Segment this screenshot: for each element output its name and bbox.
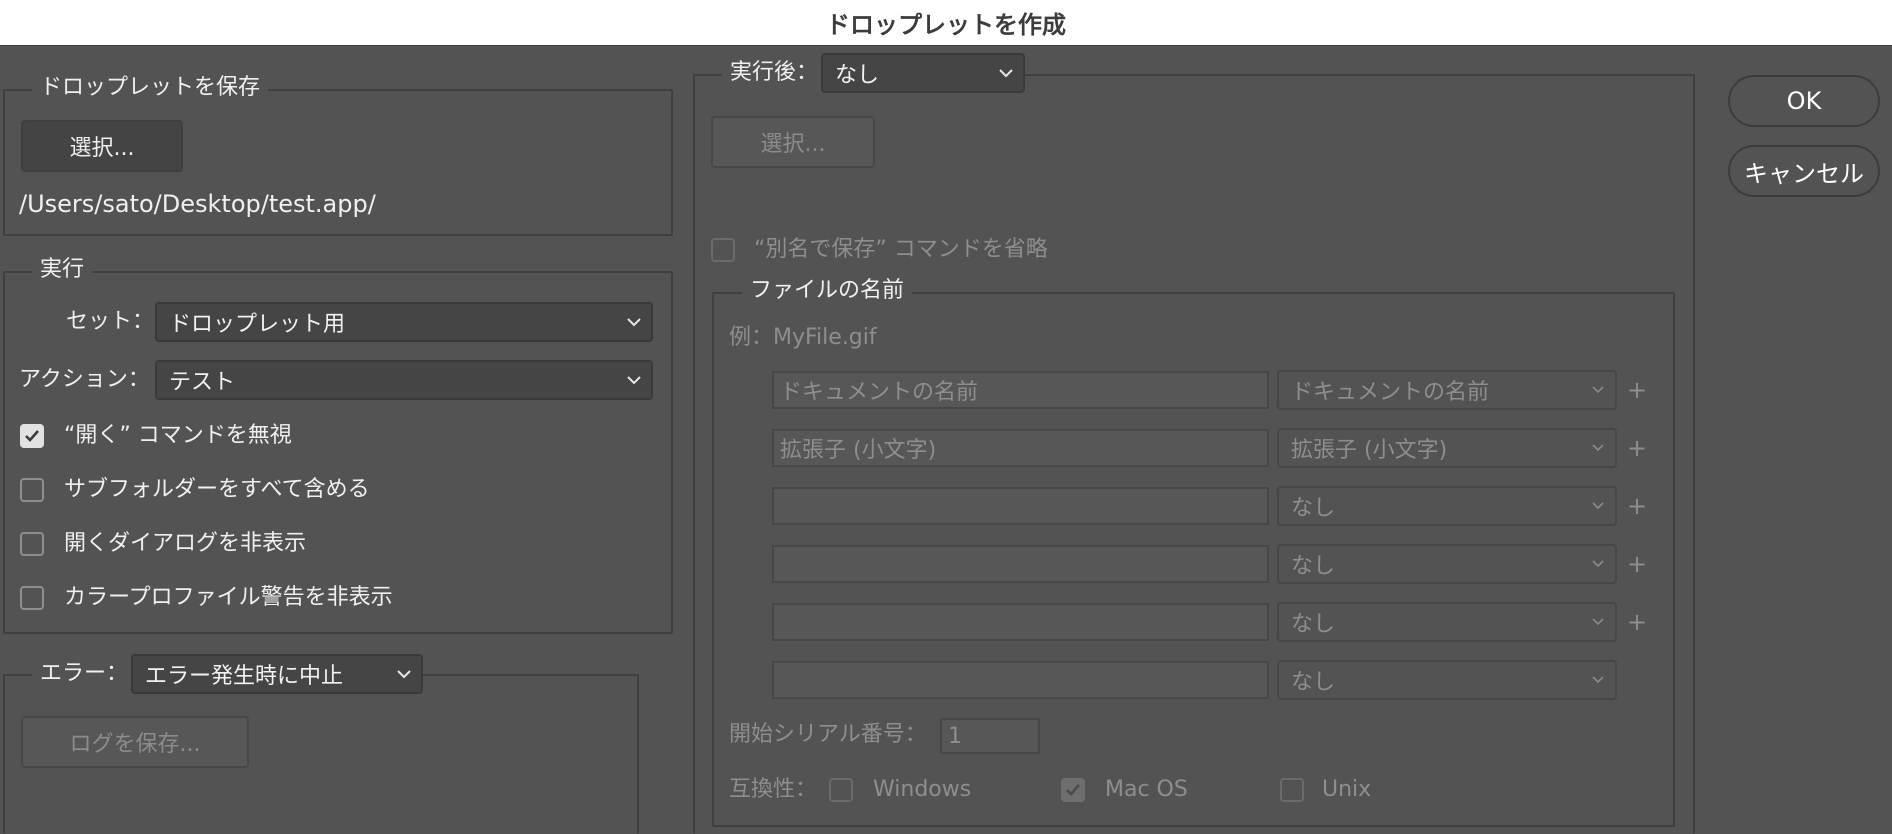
errors-select[interactable]: エラー発生時に中止 [131,654,423,694]
chevron-down-icon [1581,444,1615,452]
destination-label: 実行後： [722,59,827,87]
naming-select-5-value: なし [1291,612,1336,637]
naming-select-4[interactable]: なし [1277,544,1617,584]
add-naming-row-icon[interactable]: + [1625,550,1649,578]
naming-select-4-value: なし [1291,554,1336,579]
add-naming-row-icon[interactable]: + [1625,608,1649,636]
suppress-color-warnings-checkbox[interactable] [20,586,44,610]
compat-macos-checkbox[interactable] [1061,778,1085,802]
override-save-as-label: “別名で保存” コマンドを省略 [754,237,1048,262]
save-log-button[interactable]: ログを保存... [21,716,249,768]
title-bar: ドロップレットを作成 [0,0,1892,46]
naming-select-1[interactable]: ドキュメントの名前 [1277,370,1617,410]
chevron-down-icon [387,669,421,679]
chevron-down-icon [617,375,651,385]
chevron-down-icon [1581,618,1615,626]
action-select-value: テスト [169,370,236,395]
starting-serial-label: 開始シリアル番号： [729,722,927,747]
ignore-open-label: “開く” コマンドを無視 [64,423,292,448]
chevron-down-icon [617,317,651,327]
include-subfolders-label: サブフォルダーをすべて含める [64,477,370,502]
chevron-down-icon [1581,386,1615,394]
play-legend: 実行 [32,256,93,284]
suppress-color-warnings-label: カラープロファイル警告を非表示 [64,585,393,610]
add-naming-row-icon[interactable]: + [1625,376,1649,404]
naming-select-6[interactable]: なし [1277,660,1617,700]
action-select[interactable]: テスト [155,360,653,400]
compat-unix-label: Unix [1322,777,1372,802]
chevron-down-icon [1581,560,1615,568]
compat-macos-label: Mac OS [1105,777,1188,802]
override-save-as-checkbox[interactable] [711,238,735,262]
file-naming-example: 例：MyFile.gif [729,325,877,350]
chevron-down-icon [1581,502,1615,510]
naming-select-6-value: なし [1291,670,1336,695]
errors-select-value: エラー発生時に中止 [145,664,344,689]
destination-choose-button[interactable]: 選択... [711,116,875,168]
set-label: セット： [66,309,155,334]
droplet-path: /Users/sato/Desktop/test.app/ [19,190,376,218]
compat-windows-checkbox[interactable] [829,778,853,802]
add-naming-row-icon[interactable]: + [1625,434,1649,462]
ignore-open-checkbox[interactable] [20,424,44,448]
naming-field-3[interactable] [772,487,1269,525]
compat-windows-label: Windows [873,777,972,802]
destination-select[interactable]: なし [821,53,1025,93]
save-droplet-legend: ドロップレットを保存 [32,74,269,102]
errors-label: エラー： [32,660,137,688]
cancel-button[interactable]: キャンセル [1728,145,1880,197]
save-droplet-choose-button[interactable]: 選択... [21,120,183,172]
naming-select-2-value: 拡張子 (小文字) [1291,438,1448,463]
naming-select-5[interactable]: なし [1277,602,1617,642]
set-select-value: ドロップレット用 [169,312,346,337]
naming-select-3-value: なし [1291,496,1336,521]
ok-button[interactable]: OK [1728,75,1880,127]
set-select[interactable]: ドロップレット用 [155,302,653,342]
destination-select-value: なし [835,63,880,88]
compatibility-label: 互換性： [729,777,818,802]
naming-field-2[interactable]: 拡張子 (小文字) [772,429,1269,467]
naming-select-1-value: ドキュメントの名前 [1291,380,1490,405]
naming-field-4[interactable] [772,545,1269,583]
naming-select-2[interactable]: 拡張子 (小文字) [1277,428,1617,468]
include-subfolders-checkbox[interactable] [20,478,44,502]
naming-select-3[interactable]: なし [1277,486,1617,526]
chevron-down-icon [1581,676,1615,684]
file-naming-legend: ファイルの名前 [742,277,913,305]
naming-field-6[interactable] [772,661,1269,699]
naming-field-1[interactable]: ドキュメントの名前 [772,371,1269,409]
compat-unix-checkbox[interactable] [1280,778,1304,802]
check-icon [1066,784,1080,796]
window-title: ドロップレットを作成 [826,11,1066,39]
starting-serial-input[interactable]: 1 [940,718,1040,754]
chevron-down-icon [989,68,1023,78]
suppress-open-dialogs-checkbox[interactable] [20,532,44,556]
action-label: アクション： [19,367,150,392]
check-icon [25,430,39,442]
suppress-open-dialogs-label: 開くダイアログを非表示 [64,531,307,556]
naming-field-5[interactable] [772,603,1269,641]
add-naming-row-icon[interactable]: + [1625,492,1649,520]
